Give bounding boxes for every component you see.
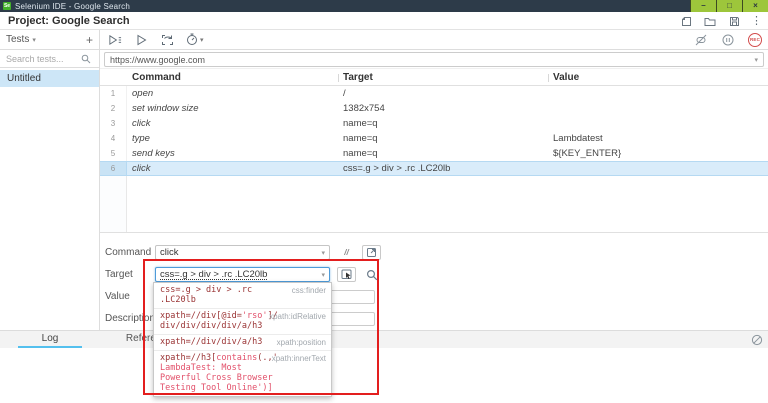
clear-log-icon[interactable] xyxy=(751,334,763,346)
open-new-window-button[interactable] xyxy=(362,245,381,260)
project-actions: ⋮ xyxy=(679,14,762,28)
table-row-selected[interactable]: 6 click css=.g > div > .rc .LC20lb xyxy=(100,161,768,176)
record-controls: REC xyxy=(694,33,762,47)
table-row[interactable]: 2 set window size 1382x754 xyxy=(100,101,768,116)
description-label: Description xyxy=(105,311,153,326)
comment-toggle-button[interactable]: // xyxy=(337,245,356,260)
run-all-tests-icon[interactable] xyxy=(108,33,122,47)
search-icon xyxy=(81,54,91,64)
titlebar: Se Selenium IDE - Google Search – □ × xyxy=(0,0,768,12)
pause-on-exceptions-icon[interactable] xyxy=(721,33,735,47)
chevron-down-icon: ▾ xyxy=(321,271,325,279)
locator-type-label: xpath:innerText xyxy=(272,354,326,363)
disable-breakpoints-icon[interactable] xyxy=(694,33,708,47)
header-command: Command xyxy=(127,69,338,86)
bottom-tabbar: Log Reference xyxy=(0,330,768,348)
selenium-ide-window: Se Selenium IDE - Google Search – □ × Pr… xyxy=(0,0,768,403)
record-button[interactable]: REC xyxy=(748,33,762,47)
open-window-icon xyxy=(366,247,377,258)
table-row[interactable]: 3 click name=q xyxy=(100,116,768,131)
target-cursor-icon xyxy=(341,269,353,280)
minimize-button[interactable]: – xyxy=(690,0,716,12)
target-option[interactable]: xpath=//div/div/a/h3 xpath:position xyxy=(154,334,331,350)
table-header: Command Target Value xyxy=(100,69,768,86)
table-row[interactable]: 1 open / xyxy=(100,86,768,101)
target-combobox[interactable]: css=.g > div > .rc .LC20lb ▾ xyxy=(155,267,330,282)
project-header: Project: Google Search ⋮ xyxy=(0,12,768,30)
tab-log[interactable]: Log xyxy=(18,330,82,348)
search-icon xyxy=(366,269,378,281)
tests-header: Tests ▾ + xyxy=(0,30,99,50)
test-speed-icon[interactable]: ▾ xyxy=(186,33,204,47)
locator-type-label: xpath:idRelative xyxy=(269,312,326,321)
new-project-icon[interactable] xyxy=(679,14,693,28)
value-label: Value xyxy=(105,289,153,304)
select-target-button[interactable] xyxy=(337,267,356,282)
target-suggestions-dropdown: css=.g > div > .rc .LC20lb css:finder xp… xyxy=(153,282,332,397)
search-tests-input[interactable] xyxy=(6,54,81,64)
header-target: Target xyxy=(338,69,548,86)
base-url-row: ▾ xyxy=(100,50,768,69)
base-url-box: ▾ xyxy=(104,52,764,67)
run-current-test-icon[interactable] xyxy=(134,33,148,47)
open-project-icon[interactable] xyxy=(703,14,717,28)
close-button[interactable]: × xyxy=(742,0,768,12)
tests-sidebar: Tests ▾ + Untitled xyxy=(0,30,100,330)
selenium-logo-icon: Se xyxy=(3,2,11,10)
target-option[interactable]: css=.g > div > .rc .LC20lb css:finder xyxy=(154,283,331,308)
window-title: Selenium IDE - Google Search xyxy=(15,2,130,11)
chevron-down-icon: ▾ xyxy=(321,249,325,257)
commands-table: Command Target Value 1 open / 2 set wind… xyxy=(100,69,768,233)
bottom-panel: Log Reference xyxy=(0,330,768,403)
log-content xyxy=(0,348,768,403)
test-item-untitled[interactable]: Untitled xyxy=(0,70,99,87)
playback-controls: ▾ xyxy=(108,33,204,47)
table-row[interactable]: 5 send keys name=q ${KEY_ENTER} xyxy=(100,146,768,161)
step-over-icon[interactable] xyxy=(160,33,174,47)
table-empty-area xyxy=(100,176,768,233)
more-options-icon[interactable]: ⋮ xyxy=(751,14,762,28)
project-title: Project: Google Search xyxy=(8,15,130,27)
window-controls: – □ × xyxy=(690,0,768,12)
playback-toolbar: ▾ REC xyxy=(100,30,768,50)
add-test-button[interactable]: + xyxy=(86,33,93,47)
find-target-button[interactable] xyxy=(362,267,381,282)
header-value: Value xyxy=(548,69,768,86)
save-project-icon[interactable] xyxy=(727,14,741,28)
target-label: Target xyxy=(105,267,153,282)
tests-list: Untitled xyxy=(0,70,99,87)
locator-type-label: xpath:position xyxy=(277,338,326,347)
maximize-button[interactable]: □ xyxy=(716,0,742,12)
target-option[interactable]: xpath=//div[@id='rso']/ div/div/div/div/… xyxy=(154,308,331,334)
command-label: Command xyxy=(105,245,153,260)
tests-dropdown[interactable]: Tests xyxy=(6,34,29,45)
chevron-down-icon[interactable]: ▾ xyxy=(754,56,758,64)
table-row[interactable]: 4 type name=q Lambdatest xyxy=(100,131,768,146)
search-tests-box xyxy=(0,50,99,68)
command-select[interactable]: click ▾ xyxy=(155,245,330,260)
target-option[interactable]: xpath=//h3[contains(.,' LambdaTest: Most… xyxy=(154,350,331,396)
base-url-input[interactable] xyxy=(110,55,754,65)
locator-type-label: css:finder xyxy=(292,286,326,295)
chevron-down-icon: ▾ xyxy=(32,36,36,44)
chevron-down-icon: ▾ xyxy=(200,36,204,44)
